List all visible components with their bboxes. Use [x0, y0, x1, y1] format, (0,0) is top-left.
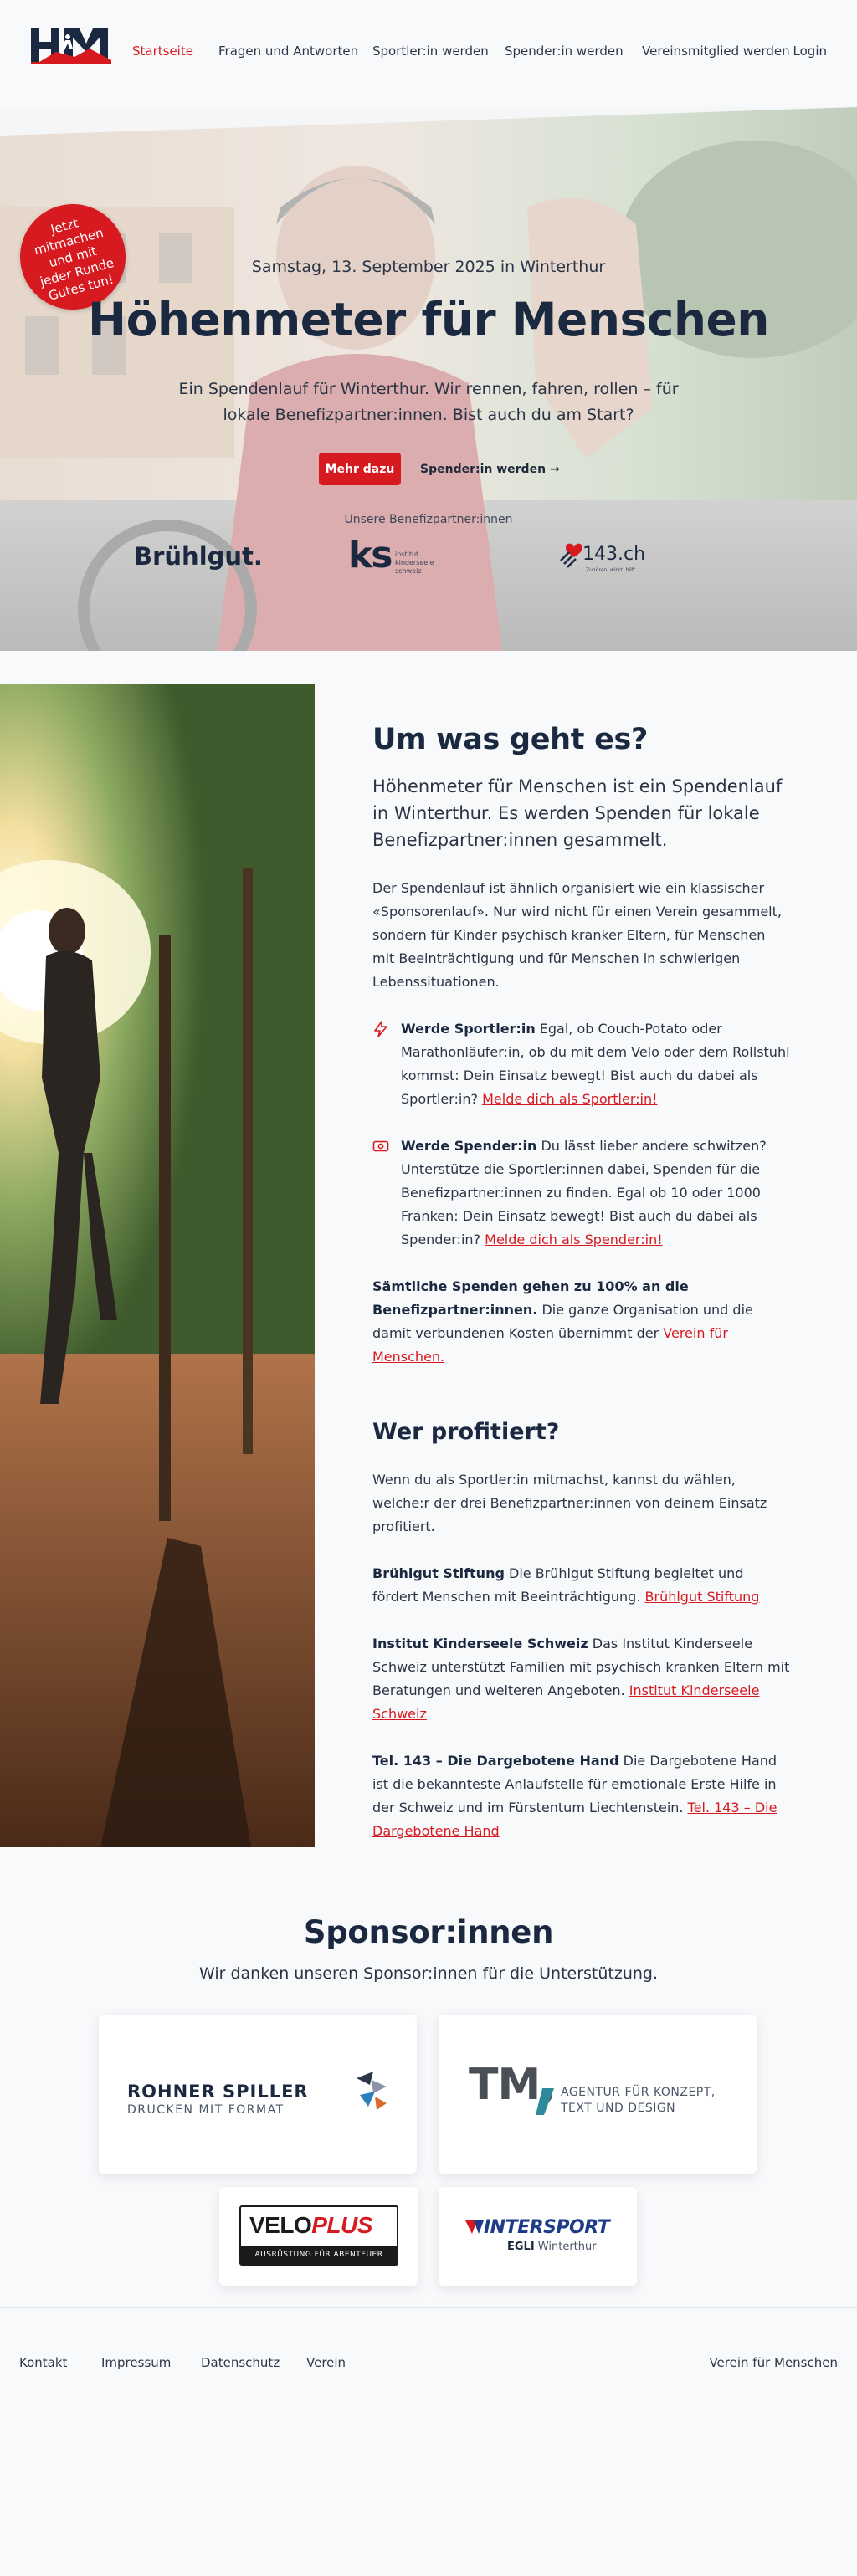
login-link[interactable]: Login [793, 44, 827, 59]
ks-text: institut kinderseele schweiz [395, 551, 434, 575]
bruehlgut-logo[interactable]: Brühlgut. [134, 542, 263, 571]
register-donor-link[interactable]: Melde dich als Spender:in! [485, 1232, 662, 1247]
footer-links: Kontakt Impressum Datenschutz Verein [19, 2355, 346, 2370]
footer-link-datenschutz[interactable]: Datenschutz [201, 2355, 306, 2370]
about-title: Um was geht es? [372, 723, 649, 756]
sponsors-section: Sponsor:innen Wir danken unseren Sponsor… [0, 1906, 857, 2286]
footer-link-verein[interactable]: Verein [306, 2355, 346, 2370]
rohner-tagline: DRUCKEN MIT FORMAT [127, 2103, 285, 2117]
benefit-title: Wer profitiert? [372, 1419, 560, 1445]
partner-name: Tel. 143 – Die Dargebotene Hand [372, 1753, 619, 1769]
intersport-wordmark: INTERSPORT [484, 2217, 610, 2238]
rohner-name: ROHNER SPILLER [127, 2082, 309, 2102]
feature-sportler: Werde Sportler:in Egal, ob Couch-Potato … [372, 1017, 791, 1111]
about-section: Um was geht es? Höhenmeter für Menschen … [0, 651, 857, 1906]
hero-subtitle: Ein Spendenlauf für Winterthur. Wir renn… [178, 380, 679, 424]
runner-photo [0, 684, 315, 1847]
hero-title: Höhenmeter für Menschen [88, 293, 769, 346]
footer-brand-link[interactable]: Verein für Menschen [709, 2355, 838, 2370]
partner-item: Brühlgut Stiftung Die Brühlgut Stiftung … [372, 1562, 791, 1609]
tel143-text: 143.ch [582, 544, 646, 565]
partner-name: Institut Kinderseele Schweiz [372, 1636, 588, 1652]
egli-text: EGLI Winterthur [507, 2241, 597, 2253]
hfm-logo[interactable] [31, 27, 111, 64]
rohner-icon [357, 2072, 387, 2110]
veloplus-tagline: AUSRÜSTUNG FÜR ABENTEUER [241, 2246, 397, 2264]
benefit-intro: Wenn du als Sportler:in mitmachst, kanns… [372, 1472, 767, 1534]
site-header: Startseite Fragen und Antworten Sportler… [0, 0, 857, 107]
nav-item-sportler[interactable]: Sportler:in werden [372, 44, 505, 59]
intersport-mark-icon [465, 2220, 484, 2234]
main-nav: Startseite Fragen und Antworten Sportler… [132, 44, 790, 59]
about-lead: Höhenmeter für Menschen ist ein Spendenl… [372, 776, 783, 850]
more-button[interactable]: Mehr dazu [319, 453, 401, 485]
kinderseele-logo[interactable]: ks institut kinderseele schweiz [348, 534, 449, 581]
donation-note: Sämtliche Spenden gehen zu 100% an die B… [372, 1275, 791, 1369]
sponsors-subtitle: Wir danken unseren Sponsor:innen für die… [198, 1964, 659, 1983]
veloplus-wordmark: VELOPLUS [249, 2212, 372, 2238]
sponsor-card-veloplus[interactable]: VELOPLUS AUSRÜSTUNG FÜR ABENTEUER [219, 2187, 418, 2286]
lightning-icon [374, 1021, 387, 1037]
tel143-tagline: Zuhören. wirkt. hilft. [586, 567, 638, 573]
register-athlete-link[interactable]: Melde dich als Sportler:in! [482, 1091, 657, 1107]
ks-mark: ks [348, 534, 393, 576]
tel143-logo[interactable]: 143.ch Zuhören. wirkt. hilft. [557, 535, 645, 577]
sponsor-card-tm[interactable]: TM, AGENTUR FÜR KONZEPT, TEXT UND DESIGN [439, 2015, 757, 2174]
money-icon [372, 1140, 389, 1152]
partner-name: Brühlgut Stiftung [372, 1565, 505, 1581]
partner-item: Institut Kinderseele Schweiz Das Institu… [372, 1632, 791, 1726]
sponsor-card-intersport[interactable]: INTERSPORT EGLI Winterthur [439, 2187, 637, 2286]
feature-spender-title: Werde Spender:in [401, 1138, 537, 1154]
veloplus-frame: VELOPLUS AUSRÜSTUNG FÜR ABENTEUER [239, 2205, 398, 2266]
nav-item-spender[interactable]: Spender:in werden [505, 44, 642, 59]
about-intro: Der Spendenlauf ist ähnlich organisiert … [372, 880, 782, 990]
partners-label: Unsere Benefizpartner:innen [344, 513, 513, 526]
nav-item-faq[interactable]: Fragen und Antworten [218, 44, 372, 59]
tm-comma-icon [536, 2088, 554, 2115]
nav-item-startseite[interactable]: Startseite [132, 44, 218, 59]
feature-spender: Werde Spender:in Du lässt lieber andere … [372, 1134, 791, 1252]
tm-tagline: AGENTUR FÜR KONZEPT, TEXT UND DESIGN [561, 2086, 716, 2115]
feature-sportler-title: Werde Sportler:in [401, 1021, 536, 1037]
partner-item: Tel. 143 – Die Dargebotene Hand Die Darg… [372, 1749, 791, 1843]
become-donor-link[interactable]: Spender:in werden → [420, 453, 560, 485]
hero-section: Jetzt mitmachen und mit jeder Runde Gute… [0, 107, 857, 651]
site-footer: Kontakt Impressum Datenschutz Verein Ver… [0, 2307, 857, 2417]
footer-link-impressum[interactable]: Impressum [101, 2355, 201, 2370]
nav-item-vereinsmitglied[interactable]: Vereinsmitglied werden [642, 44, 790, 59]
about-content: Um was geht es? Höhenmeter für Menschen … [372, 723, 791, 1843]
footer-link-kontakt[interactable]: Kontakt [19, 2355, 101, 2370]
sponsor-card-rohner-spiller[interactable]: ROHNER SPILLER DRUCKEN MIT FORMAT [99, 2015, 417, 2174]
partner-link[interactable]: Brühlgut Stiftung [645, 1589, 760, 1605]
sponsors-title: Sponsor:innen [303, 1914, 554, 1950]
event-date: Samstag, 13. September 2025 in Winterthu… [251, 258, 606, 276]
